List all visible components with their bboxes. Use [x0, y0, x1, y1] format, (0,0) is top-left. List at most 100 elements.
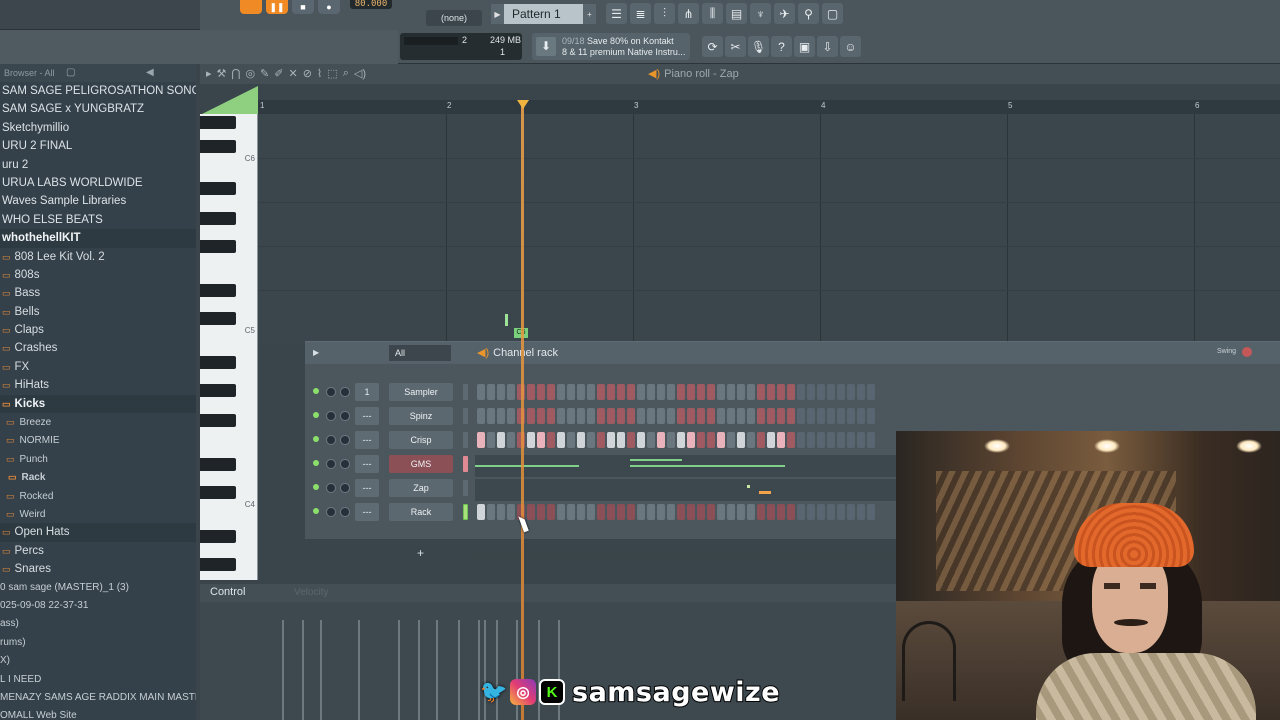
mixer-track-number[interactable]: --- — [355, 407, 379, 425]
step-button[interactable] — [727, 504, 735, 520]
step-button[interactable] — [637, 384, 645, 400]
step-button[interactable] — [697, 504, 705, 520]
mixer-track-number[interactable]: 1 — [355, 383, 379, 401]
browser-folder[interactable]: ▭ Snares — [0, 560, 196, 578]
microphone-icon[interactable]: 🎙 — [748, 36, 769, 57]
step-button[interactable] — [567, 504, 575, 520]
channel-select[interactable] — [463, 408, 468, 424]
paint-icon[interactable]: ✐ — [274, 67, 283, 80]
step-button[interactable] — [747, 504, 755, 520]
step-button[interactable] — [777, 408, 785, 424]
step-button[interactable] — [567, 408, 575, 424]
step-button[interactable] — [727, 432, 735, 448]
playhead[interactable] — [521, 104, 524, 720]
step-button[interactable] — [607, 408, 615, 424]
step-button[interactable] — [537, 504, 545, 520]
step-button[interactable] — [607, 384, 615, 400]
step-button[interactable] — [697, 432, 705, 448]
step-button[interactable] — [547, 504, 555, 520]
step-button[interactable] — [607, 432, 615, 448]
rack-menu-icon[interactable]: ▶ — [313, 348, 319, 357]
browser-folder[interactable]: ▭ Percs — [0, 542, 196, 560]
step-button[interactable] — [797, 384, 805, 400]
browser-item[interactable]: Sketchymillio — [0, 119, 196, 137]
velocity-stem[interactable] — [358, 620, 360, 720]
step-button[interactable] — [537, 432, 545, 448]
step-button[interactable] — [677, 432, 685, 448]
step-button[interactable] — [837, 504, 845, 520]
step-button[interactable] — [557, 384, 565, 400]
channel-select[interactable] — [463, 432, 468, 448]
step-button[interactable] — [557, 408, 565, 424]
step-button[interactable] — [707, 504, 715, 520]
step-button[interactable] — [737, 504, 745, 520]
timeline[interactable]: 1 2 3 4 5 6 — [258, 100, 1280, 114]
cpu-memory-panel[interactable]: 2 249 MB 1 — [400, 33, 522, 60]
step-button[interactable] — [687, 408, 695, 424]
playback-icon[interactable]: ◎ — [245, 67, 255, 80]
step-button[interactable] — [647, 384, 655, 400]
slice-icon[interactable]: ⌇ — [317, 67, 322, 80]
step-button[interactable] — [527, 408, 535, 424]
step-button[interactable] — [477, 408, 485, 424]
channel-name-button[interactable]: GMS — [389, 455, 453, 473]
black-key[interactable] — [200, 558, 236, 571]
channel-rack-icon[interactable]: ▤ — [726, 3, 747, 24]
mute-icon[interactable]: ⊘ — [303, 67, 312, 80]
black-key[interactable] — [200, 486, 236, 499]
step-button[interactable] — [757, 432, 765, 448]
step-button[interactable] — [667, 384, 675, 400]
menu-arrow-icon[interactable]: ▸ — [206, 67, 212, 80]
step-button[interactable] — [797, 432, 805, 448]
mixer-track-number[interactable]: --- — [355, 431, 379, 449]
channel-select[interactable] — [463, 504, 468, 520]
tempo-tapper-icon[interactable]: ▢ — [822, 3, 843, 24]
pan-knob[interactable] — [326, 459, 336, 469]
swing-knob[interactable] — [1242, 347, 1252, 357]
help-icon[interactable]: ? — [771, 36, 792, 57]
step-button[interactable] — [697, 408, 705, 424]
step-button[interactable] — [557, 504, 565, 520]
step-button[interactable] — [707, 408, 715, 424]
pan-knob[interactable] — [326, 411, 336, 421]
step-button[interactable] — [627, 504, 635, 520]
browser-item[interactable]: whothehellKIT — [0, 229, 196, 248]
step-button[interactable] — [737, 408, 745, 424]
velocity-stem[interactable] — [398, 620, 400, 720]
step-button[interactable] — [707, 384, 715, 400]
step-button[interactable] — [747, 432, 755, 448]
black-key[interactable] — [200, 182, 236, 195]
control-label[interactable]: Control — [210, 586, 245, 598]
step-button[interactable] — [787, 408, 795, 424]
step-button[interactable] — [857, 408, 865, 424]
channel-scrollbar[interactable] — [473, 554, 898, 557]
step-button[interactable] — [767, 384, 775, 400]
step-button[interactable] — [507, 384, 515, 400]
step-button[interactable] — [847, 384, 855, 400]
channel-select[interactable] — [463, 456, 468, 472]
volume-knob[interactable] — [340, 411, 350, 421]
step-button[interactable] — [527, 504, 535, 520]
black-key[interactable] — [200, 356, 236, 369]
velocity-stem[interactable] — [478, 620, 480, 720]
black-key[interactable] — [200, 140, 236, 153]
black-key[interactable] — [200, 530, 236, 543]
browser-folder-kicks[interactable]: ▭ Kicks — [0, 394, 196, 414]
step-button[interactable] — [857, 432, 865, 448]
step-button[interactable] — [597, 432, 605, 448]
browser-subfolder-rack[interactable]: ▭ Rack — [0, 468, 196, 486]
step-button[interactable] — [587, 504, 595, 520]
step-button[interactable] — [537, 384, 545, 400]
step-button[interactable] — [847, 504, 855, 520]
step-button[interactable] — [507, 504, 515, 520]
step-button[interactable] — [487, 432, 495, 448]
select-icon[interactable]: ⬚ — [327, 67, 337, 80]
step-button[interactable] — [807, 384, 815, 400]
step-button[interactable] — [827, 384, 835, 400]
step-button[interactable] — [867, 504, 875, 520]
volume-knob[interactable] — [340, 387, 350, 397]
black-key[interactable] — [200, 458, 236, 471]
step-button[interactable] — [497, 408, 505, 424]
step-button[interactable] — [587, 384, 595, 400]
step-button[interactable] — [687, 384, 695, 400]
